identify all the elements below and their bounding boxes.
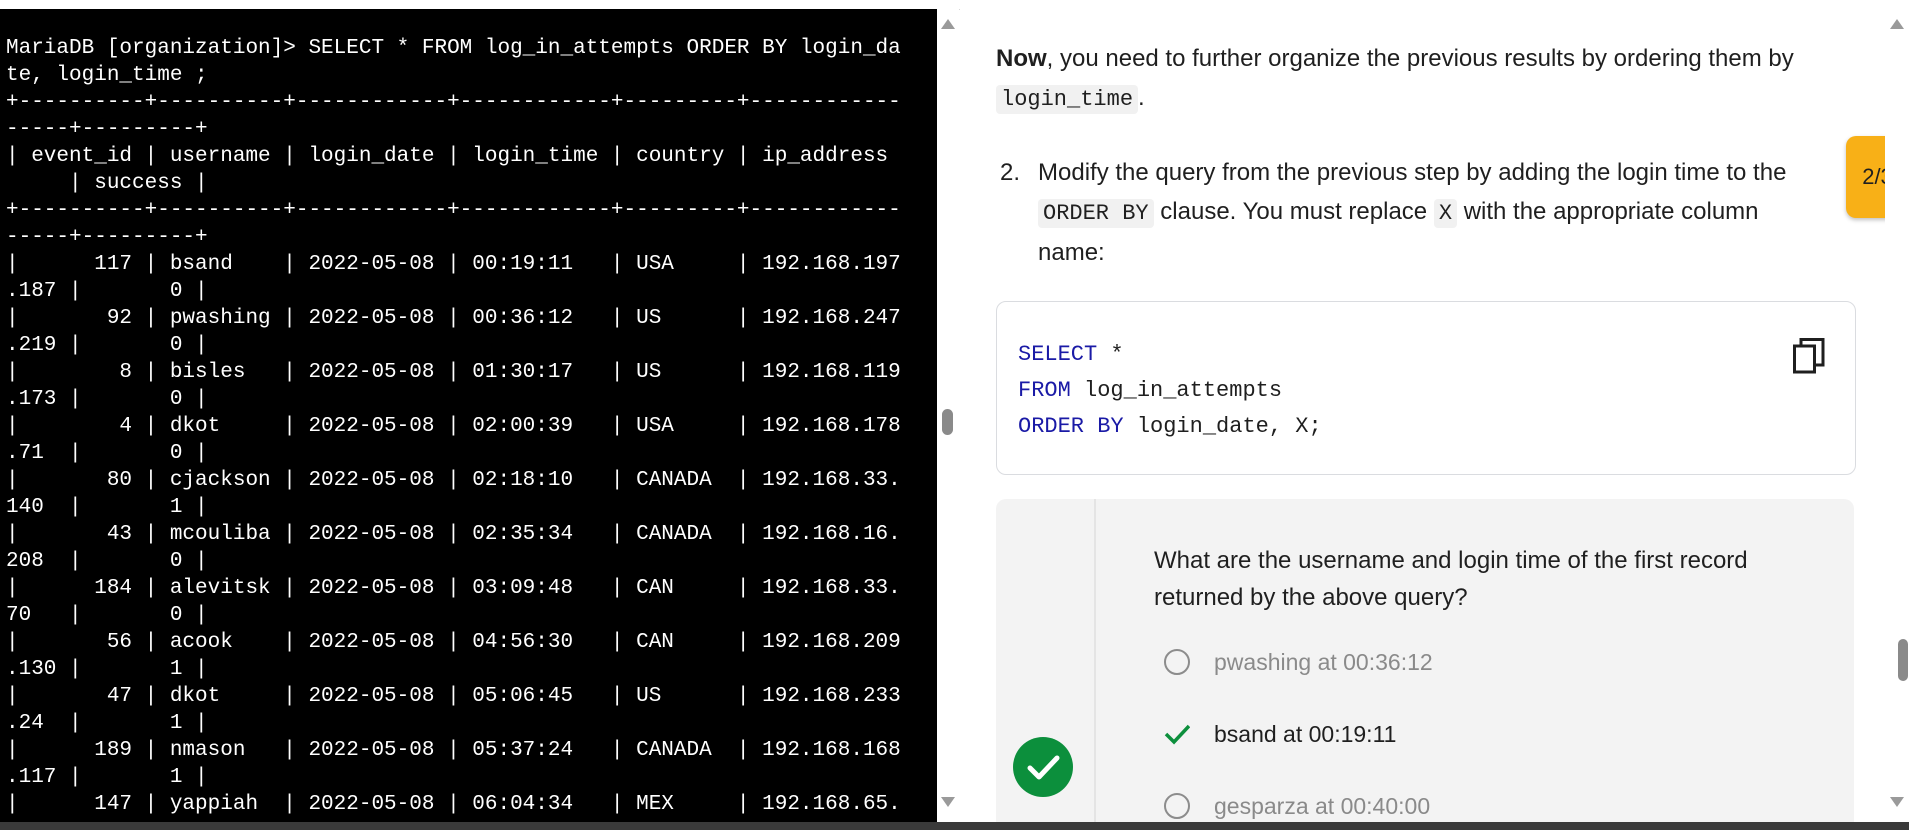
- intro-bold: Now: [996, 45, 1047, 72]
- sql-keyword: FROM: [1018, 378, 1071, 403]
- check-circle-icon: [1013, 737, 1073, 797]
- code-block: SELECT * FROM log_in_attempts ORDER BY l…: [996, 301, 1856, 475]
- sql-code: SELECT * FROM log_in_attempts ORDER BY l…: [1018, 337, 1322, 445]
- inline-code-x: X: [1433, 199, 1458, 228]
- terminal-scrollbar[interactable]: [937, 9, 959, 822]
- scroll-down-arrow-icon[interactable]: [1890, 797, 1904, 807]
- option-label: bsand at 00:19:11: [1214, 720, 1397, 747]
- sql-text: login_date, X;: [1123, 414, 1322, 439]
- checkmark-icon: [1164, 724, 1190, 745]
- intro-end: .: [1138, 84, 1145, 111]
- inline-code-order-by: ORDER BY: [1038, 199, 1154, 228]
- quiz-option[interactable]: pwashing at 00:36:12: [1164, 645, 1433, 679]
- instruction-panel: Now, you need to further organize the pr…: [960, 9, 1885, 822]
- option-label: gesparza at 00:40:00: [1214, 792, 1431, 819]
- scrollbar-thumb[interactable]: [942, 409, 953, 435]
- sql-text: *: [1097, 342, 1124, 367]
- inline-code-login-time: login_time: [996, 85, 1139, 114]
- copy-icon[interactable]: [1793, 338, 1825, 374]
- step-item: 2. Modify the query from the previous st…: [1000, 153, 1808, 272]
- scroll-up-arrow-icon[interactable]: [1890, 19, 1904, 29]
- scroll-down-arrow-icon[interactable]: [941, 797, 955, 807]
- step-text: Modify the query from the previous step …: [1038, 159, 1787, 186]
- panel-scrollbar[interactable]: [1885, 9, 1909, 822]
- terminal-output: MariaDB [organization]> SELECT * FROM lo…: [6, 37, 901, 816]
- radio-button-icon[interactable]: [1164, 793, 1190, 819]
- quiz-question: What are the username and login time of …: [1154, 547, 1748, 611]
- sql-keyword: ORDER BY: [1018, 414, 1124, 439]
- quiz-option-correct[interactable]: bsand at 00:19:11: [1164, 717, 1396, 751]
- quiz-option[interactable]: gesparza at 00:40:00: [1164, 789, 1430, 822]
- quiz-card: What are the username and login time of …: [996, 499, 1854, 822]
- bottom-bar: [0, 822, 1909, 830]
- intro-text: , you need to further organize the previ…: [1046, 45, 1794, 72]
- option-label: pwashing at 00:36:12: [1214, 648, 1433, 675]
- radio-button-icon[interactable]: [1164, 649, 1190, 675]
- quiz-divider: [1094, 499, 1096, 822]
- step-number: 2.: [1000, 159, 1021, 186]
- intro-paragraph: Now, you need to further organize the pr…: [996, 39, 1856, 119]
- step-text: clause. You must replace: [1160, 198, 1428, 225]
- sql-keyword: SELECT: [1018, 342, 1098, 367]
- sql-text: log_in_attempts: [1070, 378, 1283, 403]
- scrollbar-thumb[interactable]: [1898, 639, 1908, 681]
- scroll-up-arrow-icon[interactable]: [941, 19, 955, 29]
- terminal-window[interactable]: MariaDB [organization]> SELECT * FROM lo…: [0, 9, 937, 822]
